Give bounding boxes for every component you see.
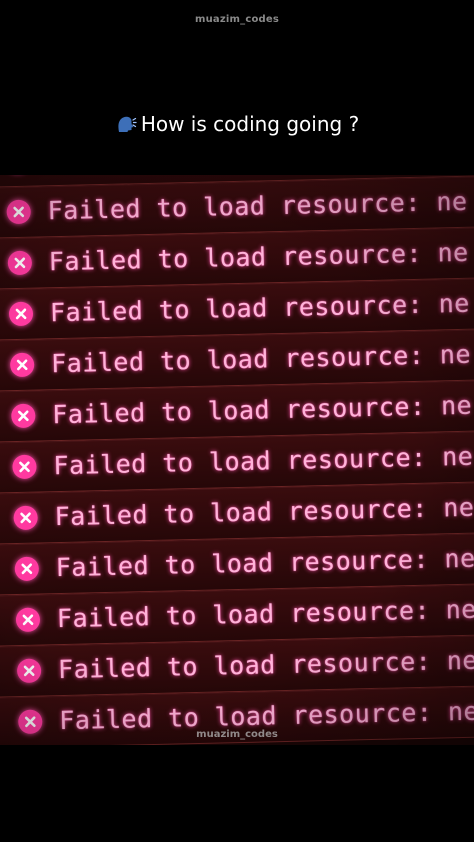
error-message: Failed to load resource: ne	[54, 492, 474, 532]
error-message: Failed to load resource: ne	[49, 288, 471, 328]
error-x-circle-icon	[7, 250, 33, 276]
console-rows: Failed to load resource: ne Failed to loa…	[0, 175, 474, 745]
error-message: Failed to load resource: ne	[57, 645, 474, 685]
watermark-top: muazim_codes	[194, 14, 280, 25]
console-panel: Failed to load resource: ne Failed to loa…	[0, 175, 474, 745]
error-message: Failed to load resource: ne	[47, 186, 468, 226]
error-message: Failed to load resource: ne	[50, 339, 472, 379]
error-message: Failed to load resource: ne	[48, 237, 469, 277]
error-message: Failed to load resource: ne	[51, 390, 473, 430]
error-x-circle-icon	[8, 301, 34, 327]
speaking-head-icon	[115, 113, 137, 135]
caption-text: How is coding going ?	[140, 112, 360, 136]
error-message: Failed to load resource: ne	[53, 441, 474, 481]
error-x-circle-icon	[13, 505, 38, 531]
error-x-circle-icon	[9, 352, 35, 378]
error-x-circle-icon	[12, 454, 37, 480]
error-x-circle-icon	[16, 658, 42, 684]
error-message: Failed to load resource: ne	[56, 594, 474, 634]
error-x-circle-icon	[6, 199, 31, 225]
error-x-circle-icon	[14, 556, 40, 582]
error-x-circle-icon	[11, 403, 36, 429]
error-message: Failed to load resource: ne	[55, 543, 474, 583]
error-x-circle-icon	[15, 607, 41, 633]
caption: How is coding going ?	[0, 112, 474, 136]
watermark-bottom: muazim_codes	[196, 729, 278, 740]
